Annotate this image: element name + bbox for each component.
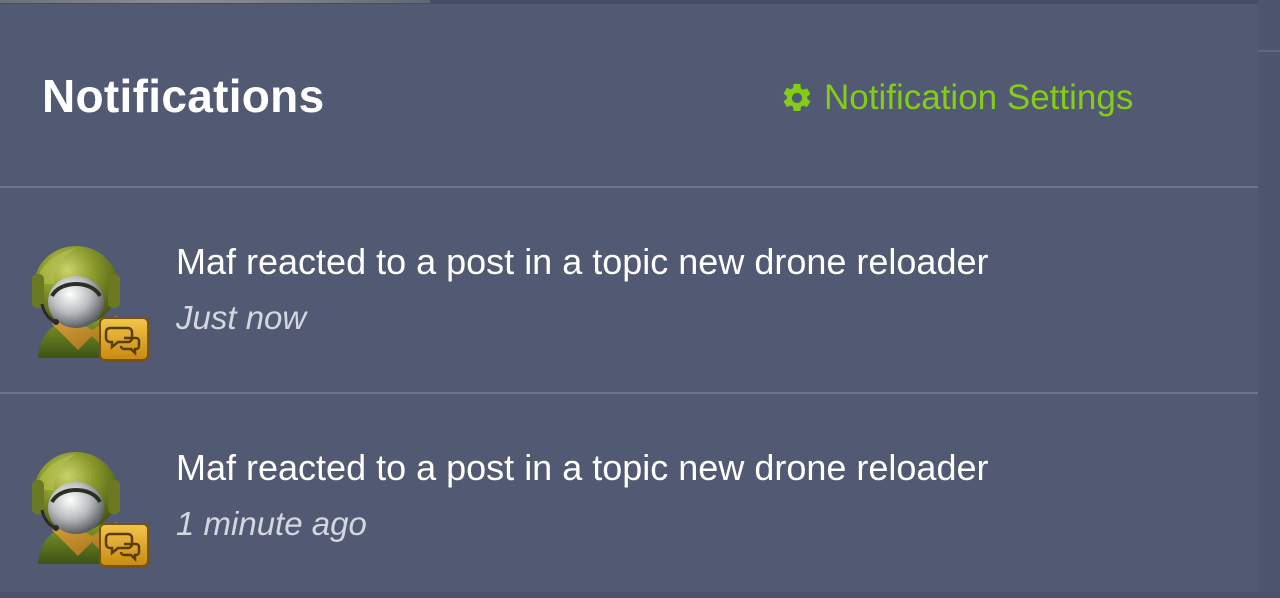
notification-text[interactable]: Maf reacted to a post in a topic new dro… (176, 446, 988, 490)
notification-settings-link[interactable]: Notification Settings (780, 78, 1133, 118)
notification-time: Just now (176, 299, 307, 336)
notification-time: 1 minute ago (176, 505, 367, 542)
background-blur (0, 0, 430, 3)
scrollbar-track[interactable] (1258, 0, 1280, 592)
gear-icon (783, 83, 811, 112)
notification-settings-label: Notification Settings (824, 78, 1134, 117)
notifications-header: Notifications Notification Settings (0, 4, 1258, 186)
notification-item[interactable]: Maf reacted to a post in a topic new dro… (0, 188, 1258, 392)
scrollbar-notch (1258, 50, 1280, 52)
notification-item[interactable]: Maf reacted to a post in a topic new dro… (0, 394, 1258, 598)
notifications-panel: Notifications Notification Settings Maf … (0, 4, 1258, 592)
notification-text[interactable]: Maf reacted to a post in a topic new dro… (176, 240, 988, 284)
page-title: Notifications (42, 70, 325, 122)
soldier-avatar-icon (32, 246, 149, 361)
soldier-avatar-icon (32, 452, 149, 567)
